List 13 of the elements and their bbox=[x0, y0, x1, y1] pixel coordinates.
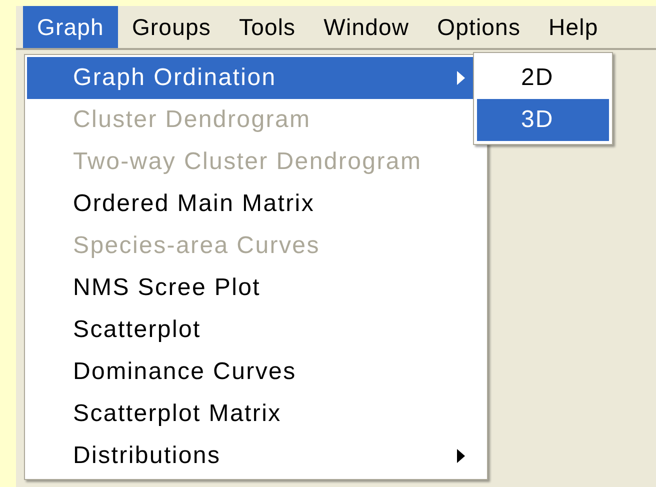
menu-bar-item[interactable]: Tools bbox=[224, 6, 310, 48]
menu-item[interactable]: 3D bbox=[477, 99, 609, 141]
menu-item[interactable]: Ordered Main Matrix bbox=[27, 183, 485, 225]
menu-item[interactable]: Distributions bbox=[27, 435, 485, 477]
menu-item[interactable]: Dominance Curves bbox=[27, 351, 485, 393]
menu-item[interactable]: Scatterplot bbox=[27, 309, 485, 351]
menu-bar-item[interactable]: Groups bbox=[118, 6, 225, 48]
menu-item[interactable]: Scatterplot Matrix bbox=[27, 393, 485, 435]
menu-bar-item[interactable]: Options bbox=[423, 6, 535, 48]
menu-item[interactable]: NMS Scree Plot bbox=[27, 267, 485, 309]
menu-bar-item[interactable]: Help bbox=[534, 6, 612, 48]
menu-bar-item[interactable]: Window bbox=[310, 6, 424, 48]
menu-bar-item[interactable]: Graph bbox=[23, 6, 118, 48]
